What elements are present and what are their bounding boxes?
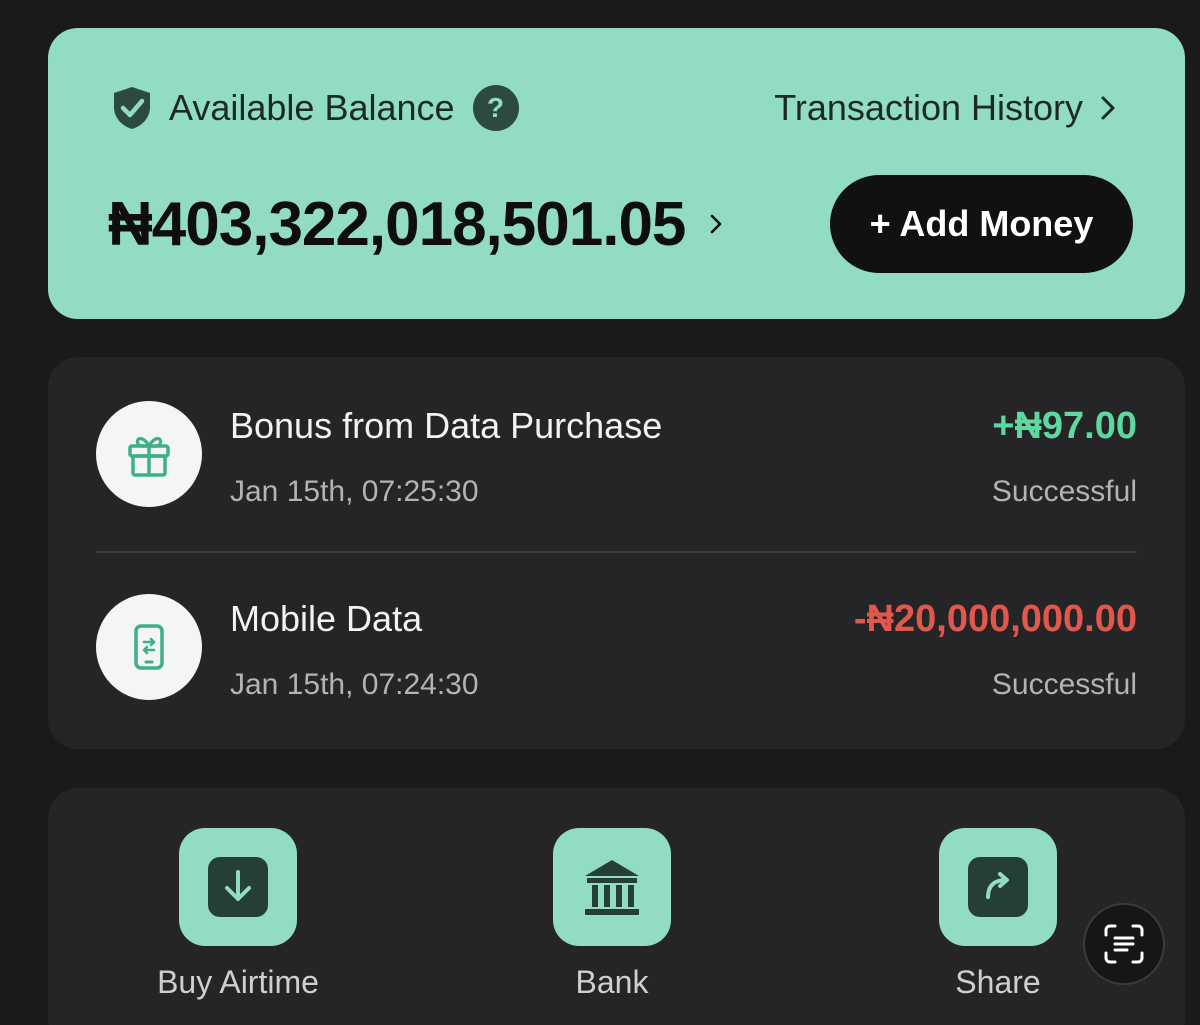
mobile-data-icon (134, 624, 164, 670)
action-tile (939, 828, 1057, 946)
transaction-icon-circle (96, 401, 202, 507)
transaction-amount: +₦97.00 (992, 405, 1137, 447)
transaction-status: Successful (991, 668, 1137, 701)
transaction-amount: -₦20,000,000.00 (853, 598, 1137, 640)
balance-header: Available Balance ? Transaction History (111, 85, 1117, 131)
divider (96, 551, 1137, 553)
transaction-title: Bonus from Data Purchase (230, 405, 663, 446)
gift-icon (128, 437, 170, 477)
quick-actions-card: Buy Airtime Bank Share (48, 788, 1185, 1025)
transaction-date: Jan 15th, 07:24:30 (230, 668, 479, 701)
balance-label-group: Available Balance ? (111, 85, 519, 131)
share-icon (968, 857, 1028, 917)
transaction-date: Jan 15th, 07:25:30 (230, 475, 479, 508)
action-tile (179, 828, 297, 946)
buy-airtime-button[interactable]: Buy Airtime (138, 828, 338, 1001)
recent-transactions-card: Bonus from Data Purchase Jan 15th, 07:25… (48, 357, 1185, 749)
chevron-right-icon (711, 214, 722, 234)
transaction-title: Mobile Data (230, 598, 423, 639)
transaction-icon-circle (96, 594, 202, 700)
bank-button[interactable]: Bank (512, 828, 712, 1001)
share-button[interactable]: Share (898, 828, 1098, 1001)
bank-icon (585, 860, 639, 915)
wallet-screen: Available Balance ? Transaction History … (0, 0, 1200, 1025)
chevron-right-icon (1101, 96, 1115, 120)
transaction-history-link[interactable]: Transaction History (774, 87, 1117, 129)
shield-check-icon (114, 87, 150, 129)
transaction-status: Successful (991, 475, 1137, 508)
balance-amount-link[interactable]: ₦403,322,018,501.05 (108, 189, 723, 260)
transaction-history-label: Transaction History (774, 87, 1083, 128)
scan-text-icon (1104, 924, 1144, 964)
transaction-row[interactable]: Bonus from Data Purchase Jan 15th, 07:25… (96, 397, 1137, 547)
download-icon (208, 857, 268, 917)
add-money-button[interactable]: + Add Money (830, 175, 1133, 273)
balance-card: Available Balance ? Transaction History … (48, 28, 1185, 319)
action-label: Buy Airtime (157, 964, 319, 1000)
help-icon[interactable]: ? (472, 85, 519, 131)
balance-amount-row: ₦403,322,018,501.05 + Add Money (108, 174, 1133, 274)
action-label: Share (955, 964, 1041, 1000)
available-balance-label: Available Balance (169, 87, 455, 128)
action-tile (553, 828, 671, 946)
balance-amount: ₦403,322,018,501.05 (108, 189, 686, 259)
action-label: Bank (575, 964, 649, 1000)
transaction-row[interactable]: Mobile Data Jan 15th, 07:24:30 -₦20,000,… (96, 590, 1137, 740)
scan-text-button[interactable] (1083, 903, 1165, 985)
